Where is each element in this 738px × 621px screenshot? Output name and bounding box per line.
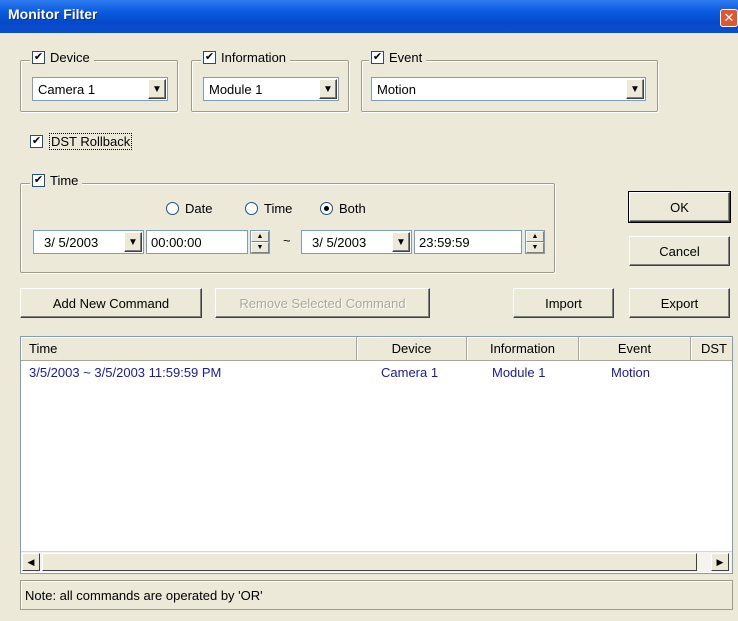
row-device-cell: Camera 1 [381,365,439,380]
check-icon: ✔ [204,51,215,63]
import-button[interactable]: Import [513,288,614,318]
column-header-device[interactable]: Device [357,337,467,361]
radio-time-label: Time [264,201,293,216]
column-header-event[interactable]: Event [579,337,691,361]
horizontal-scrollbar[interactable]: ◀ ▶ [21,551,732,572]
close-icon: ✕ [723,10,735,25]
add-new-command-button[interactable]: Add New Command [20,288,202,318]
dropdown-arrow-icon[interactable]: ▼ [148,79,166,99]
time-group [20,183,555,273]
device-label: Device [50,50,90,65]
spin-down-icon[interactable]: ▼ [526,242,544,253]
check-icon: ✔ [33,51,44,63]
spin-down-icon[interactable]: ▼ [251,242,269,253]
dropdown-arrow-icon[interactable]: ▼ [392,232,410,252]
dst-rollback-option[interactable]: ✔ DST Rollback [30,133,133,150]
event-legend: ✔ Event [369,50,427,65]
close-button[interactable]: ✕ [720,9,738,27]
time-label: Time [50,173,79,188]
information-label: Information [221,50,287,65]
information-checkbox[interactable]: ✔ [203,51,216,64]
start-time-spinner[interactable]: ▲ ▼ [250,230,270,254]
radio-date-button[interactable] [166,202,179,215]
device-legend: ✔ Device [30,50,94,65]
device-combo[interactable]: Camera 1 ▼ [32,77,168,101]
radio-time-button[interactable] [245,202,258,215]
radio-both-button[interactable] [320,202,333,215]
start-time-field[interactable]: 00:00:00 [146,230,248,254]
event-value: Motion [377,81,417,97]
window-title: Monitor Filter [8,6,98,22]
device-value: Camera 1 [38,81,96,97]
export-button[interactable]: Export [629,288,730,318]
event-combo[interactable]: Motion ▼ [371,77,646,101]
title-bar[interactable]: Monitor Filter ✕ [0,0,738,33]
column-header-dst[interactable]: DST [691,337,732,361]
dropdown-arrow-icon[interactable]: ▼ [626,79,644,99]
start-date-picker[interactable]: 3/ 5/2003 ▼ [33,230,144,254]
check-icon: ✔ [31,135,42,147]
radio-date[interactable]: Date [166,201,212,216]
command-list[interactable]: Time Device Information Event DST 3/5/20… [20,336,733,574]
range-separator: ~ [283,233,291,248]
information-legend: ✔ Information [201,50,291,65]
cancel-button[interactable]: Cancel [629,236,730,266]
end-date-picker[interactable]: 3/ 5/2003 ▼ [301,230,412,254]
dropdown-arrow-icon[interactable]: ▼ [124,232,142,252]
scroll-right-icon[interactable]: ▶ [711,553,729,571]
status-note: Note: all commands are operated by 'OR' [20,580,733,610]
radio-time[interactable]: Time [245,201,292,216]
start-date-value: 3/ 5/2003 [44,234,99,250]
ok-button[interactable]: OK [628,191,731,223]
row-event-cell: Motion [611,365,651,380]
dropdown-arrow-icon[interactable]: ▼ [319,79,337,99]
information-value: Module 1 [209,81,263,97]
end-time-field[interactable]: 23:59:59 [414,230,522,254]
dst-rollback-checkbox[interactable]: ✔ [30,135,43,148]
row-time-cell: 3/5/2003 ~ 3/5/2003 11:59:59 PM [29,365,222,380]
row-information-cell: Module 1 [492,365,546,380]
check-icon: ✔ [372,51,383,63]
radio-both[interactable]: Both [320,201,366,216]
column-header-information[interactable]: Information [467,337,579,361]
device-checkbox[interactable]: ✔ [32,51,45,64]
end-date-value: 3/ 5/2003 [312,234,367,250]
end-time-spinner[interactable]: ▲ ▼ [525,230,545,254]
spin-up-icon[interactable]: ▲ [526,231,544,242]
time-legend: ✔ Time [30,173,83,188]
check-icon: ✔ [33,174,44,186]
remove-selected-command-button[interactable]: Remove Selected Command [215,288,430,318]
spin-up-icon[interactable]: ▲ [251,231,269,242]
information-combo[interactable]: Module 1 ▼ [203,77,339,101]
event-checkbox[interactable]: ✔ [371,51,384,64]
dst-rollback-label: DST Rollback [49,133,133,150]
note-text: Note: all commands are operated by 'OR' [25,587,263,603]
table-row[interactable]: 3/5/2003 ~ 3/5/2003 11:59:59 PM Camera 1… [21,363,732,383]
column-header-time[interactable]: Time [21,337,357,361]
event-label: Event [389,50,423,65]
scroll-left-icon[interactable]: ◀ [22,553,40,571]
scrollbar-thumb[interactable] [42,553,697,571]
radio-date-label: Date [185,201,213,216]
radio-both-label: Both [339,201,366,216]
time-checkbox[interactable]: ✔ [32,174,45,187]
